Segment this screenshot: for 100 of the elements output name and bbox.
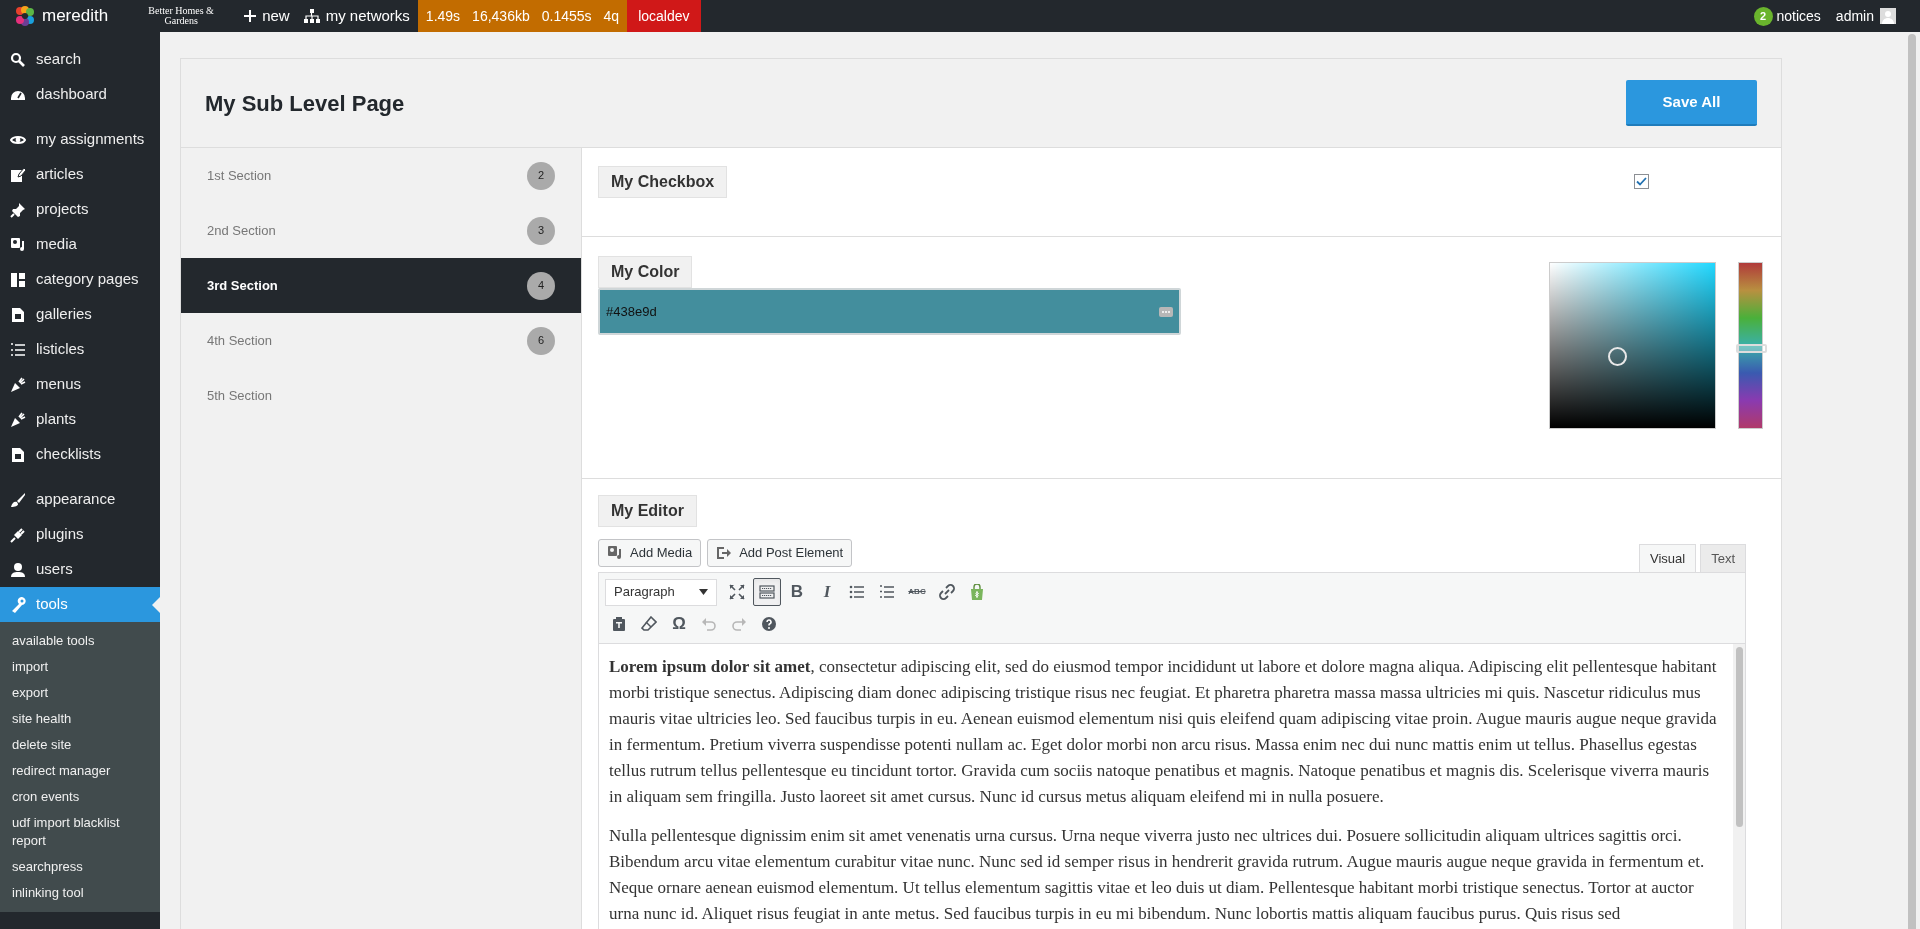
editor-button[interactable]: Add Media <box>598 539 702 567</box>
bold-button[interactable]: B <box>783 578 811 606</box>
notice-count: 2 <box>1753 6 1773 26</box>
environment-badge: localdev <box>627 0 701 32</box>
pin-icon <box>10 201 26 218</box>
menu-item[interactable]: category pages <box>0 262 160 297</box>
count-badge: 3 <box>527 216 555 245</box>
menu-item[interactable]: dashboard <box>0 77 160 112</box>
redo-icon <box>731 616 747 632</box>
menu-item[interactable]: menus <box>0 367 160 402</box>
color-input[interactable]: #438e9d <box>598 288 1181 335</box>
menu-item[interactable]: galleries <box>0 297 160 332</box>
media-icon <box>607 545 623 561</box>
new-link[interactable]: new <box>244 4 290 28</box>
logo-icon <box>14 5 36 27</box>
paragraph: Nulla pellentesque dignissim enim sit amet venenatis urna cursus. Urna neque viverra justo nec ultrices dui. Posuere sollicitudin aliquam ultrices sagittis orci. Bibendum arcu vitae elementum curabitur vitae nunc. Nunc sed id semper risus in hendrerit gravida rutrum. Augue mauris augue neque gravida in fermentum et. Neque ornare aenean euismod elementum. Ut tellus elementum sagittis vitae et leo duis ut diam. Pellentesque habitant morbi tristique senectus. Tortor at auctor urna nunc id. Aliquet risus feugiat in ante metus. Sed faucibus turpis in eu mi bibendum. Nunc lobortis mattis aliquam faucibus purus. Quis risus sed <box>609 825 1706 925</box>
list-icon <box>10 341 26 358</box>
strike-button[interactable]: ABC <box>903 578 931 606</box>
field-label: My Editor <box>598 495 697 527</box>
menu-item[interactable]: checklists <box>0 437 160 472</box>
submenu-item[interactable]: cron events <box>0 784 160 810</box>
submenu-item[interactable]: searchpress <box>0 854 160 880</box>
symbol-button[interactable]: Ω <box>665 610 693 638</box>
submenu-item[interactable]: site health <box>0 706 160 732</box>
editor-tab[interactable]: Visual <box>1638 544 1697 572</box>
submenu-item[interactable]: import <box>0 654 160 680</box>
fullscreen-icon <box>729 584 745 600</box>
submenu-item[interactable]: export <box>0 680 160 706</box>
count-badge: 4 <box>527 271 555 300</box>
eraser-icon <box>641 616 657 632</box>
submenu-item[interactable]: redirect manager <box>0 758 160 784</box>
checkbox[interactable] <box>1634 174 1649 189</box>
notices-link[interactable]: notices <box>1776 5 1821 27</box>
debug-metric: 16,436kb <box>472 6 530 26</box>
submenu-item[interactable]: available tools <box>0 628 160 654</box>
menu-item[interactable]: articles <box>0 157 160 192</box>
section-label: 1st Section <box>207 166 272 185</box>
search-icon <box>10 51 26 68</box>
debug-metric: 0.1455s <box>541 6 592 26</box>
menu-item[interactable]: plants <box>0 402 160 437</box>
toggle-button[interactable] <box>753 578 781 606</box>
debug-metric: 4q <box>603 6 620 26</box>
slider-thumb[interactable] <box>1736 343 1767 353</box>
section-tab[interactable]: 5th Section <box>181 368 581 423</box>
dots-icon <box>1159 306 1173 317</box>
editor-button[interactable]: Add Post Element <box>707 539 853 567</box>
field-label: My Color <box>598 256 693 288</box>
site-logo[interactable]: Better Homes & Gardens <box>146 6 217 26</box>
caret-icon <box>699 589 708 595</box>
brush-icon <box>10 491 26 508</box>
debug-metric: 1.49s <box>425 6 461 26</box>
editor-tab[interactable]: Text <box>1700 544 1746 572</box>
edit-icon <box>10 166 26 183</box>
page-title: My Sub Level Page <box>205 89 405 118</box>
carrot-icon <box>10 411 26 428</box>
scrollbar[interactable] <box>1733 644 1745 929</box>
document-icon <box>10 446 26 463</box>
format-select[interactable]: Paragraph <box>605 578 717 606</box>
submenu-item[interactable]: inlinking tool <box>0 880 160 906</box>
user-link[interactable]: admin <box>1835 5 1874 27</box>
count-badge: 2 <box>527 161 555 190</box>
menu-item[interactable]: listicles <box>0 332 160 367</box>
saturation-square[interactable] <box>1549 262 1716 429</box>
check-icon <box>1636 177 1647 186</box>
section-tab[interactable]: 2nd Section 3 <box>181 203 581 258</box>
menu-item[interactable]: users <box>0 552 160 587</box>
clipboard-icon <box>611 616 627 632</box>
menu-item[interactable]: projects <box>0 192 160 227</box>
submenu-item[interactable]: udf import blacklist report <box>0 810 160 854</box>
section-label: 5th Section <box>207 386 273 405</box>
italic-button[interactable]: I <box>813 578 841 606</box>
bullet-list-icon <box>849 584 865 600</box>
debug-bar[interactable]: 1.49s 16,436kb 0.1455s 4q <box>417 0 628 32</box>
wrench-icon <box>10 596 26 613</box>
pointer-icon <box>152 596 160 613</box>
document-icon <box>10 306 26 323</box>
carrot-icon <box>10 376 26 393</box>
keyboard-icon <box>759 584 775 600</box>
section-tab[interactable]: 1st Section 2 <box>181 148 581 203</box>
undo-icon <box>701 616 717 632</box>
section-tab[interactable]: 3rd Section 4 <box>181 258 581 313</box>
picker-handle[interactable] <box>1608 347 1627 366</box>
media-icon <box>10 236 26 253</box>
brand-link[interactable]: meredith <box>42 3 109 29</box>
user-icon <box>10 561 26 578</box>
color-value: #438e9d <box>606 302 657 321</box>
section-label: 2nd Section <box>207 221 276 240</box>
section-label: 4th Section <box>207 331 273 350</box>
menu-item[interactable]: plugins <box>0 517 160 552</box>
plug-icon <box>10 526 26 543</box>
section-tab[interactable]: 4th Section 6 <box>181 313 581 368</box>
grid-icon <box>10 271 26 288</box>
networks-link[interactable]: my networks <box>303 4 410 28</box>
menu-item[interactable]: media <box>0 227 160 262</box>
submenu-item[interactable]: delete site <box>0 732 160 758</box>
menu-item[interactable]: appearance <box>0 482 160 517</box>
menu-item[interactable]: my assignments <box>0 122 160 157</box>
paragraph: Lorem ipsum dolor sit amet, consectetur adipiscing elit, sed do eiusmod tempor incididunt ut labore et dolore magna aliqua. Adipiscing elit pellentesque habitant morbi tristique senectus. Adipiscing diam donec adipiscing tristique risus nec feugiat. Et pharetra pharetra massa massa ultricies mi quis. Nascetur ridiculus mus mauris vitae ultricies leo. Sed faucibus turpis in eu. Aenean euismod elementum nisi quis eleifend quam adipiscing vitae proin. Augue mauris augue neque gravida in fermentum. Pretium viverra suspendisse potenti nullam ac. Eget dolor morbi non arcu risus. Massa enim nec dui nunc mattis enim ut tellus. Phasellus egestas tellus rutrum tellus pellentesque eu tincidunt tortor. Gravida cum sociis natoque penatibus et magnis. Natoque penatibus et magnis dis. Scelerisque viverra mauris in aliquam sem fringilla. Justo laoreet sit amet cursus. Nunc id cursus metus aliquam eleifend mi in nulla posuere. <box>609 656 1718 808</box>
menu-item[interactable]: search <box>0 42 160 77</box>
count-badge: 6 <box>527 326 555 355</box>
